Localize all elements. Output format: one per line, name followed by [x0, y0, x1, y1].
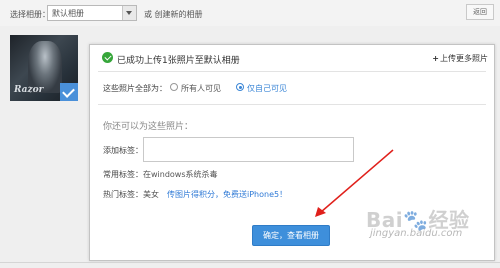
radio-private-label[interactable]: 仅自己可见 [247, 83, 287, 94]
watermark-url: jingyan.baidu.com [370, 228, 463, 239]
return-button[interactable]: 返回 [466, 4, 494, 20]
common-tags-label: 常用标签： [103, 170, 143, 179]
hot-tag-item[interactable]: 美女 [143, 189, 159, 200]
radio-public-label[interactable]: 所有人可见 [181, 83, 221, 94]
more-actions-heading: 你还可以为这些照片： [103, 122, 194, 132]
radio-public[interactable] [170, 83, 178, 91]
add-tag-label: 添加标签： [103, 146, 143, 155]
radio-private[interactable] [236, 83, 244, 91]
divider [0, 262, 500, 263]
selected-check-icon [60, 83, 78, 101]
album-select-label: 选择相册： [10, 10, 50, 19]
promo-link[interactable]: 传图片得积分，免费送iPhone5！ [167, 189, 287, 200]
photo-logo-text: Razor [14, 85, 44, 95]
chevron-down-icon[interactable] [122, 6, 136, 20]
create-album-link[interactable]: 或 创建新的相册 [144, 9, 203, 20]
divider [98, 71, 486, 72]
album-select[interactable]: 默认相册 [47, 5, 137, 21]
plus-icon: + [432, 54, 439, 63]
dialog-header: 已成功上传1张照片至默认相册 +上传更多照片 [90, 45, 494, 69]
uploaded-photo-thumbnail[interactable]: Razor [10, 35, 78, 101]
divider [98, 104, 486, 105]
success-check-icon [102, 52, 113, 63]
add-tag-input[interactable] [143, 137, 354, 162]
album-select-value: 默认相册 [52, 9, 84, 18]
dialog-title: 已成功上传1张照片至默认相册 [117, 56, 240, 66]
confirm-view-album-button[interactable]: 确定，查看相册 [252, 225, 330, 246]
common-tag-item[interactable]: 在windows系统杀毒 [143, 169, 218, 180]
album-toolbar: 选择相册： 默认相册 或 创建新的相册 返回 [0, 0, 500, 26]
upload-more-link[interactable]: +上传更多照片 [432, 53, 488, 64]
upload-more-label: 上传更多照片 [440, 54, 488, 63]
hot-tags-label: 热门标签： [103, 190, 143, 199]
permission-label: 这些照片全部为： [103, 84, 167, 93]
